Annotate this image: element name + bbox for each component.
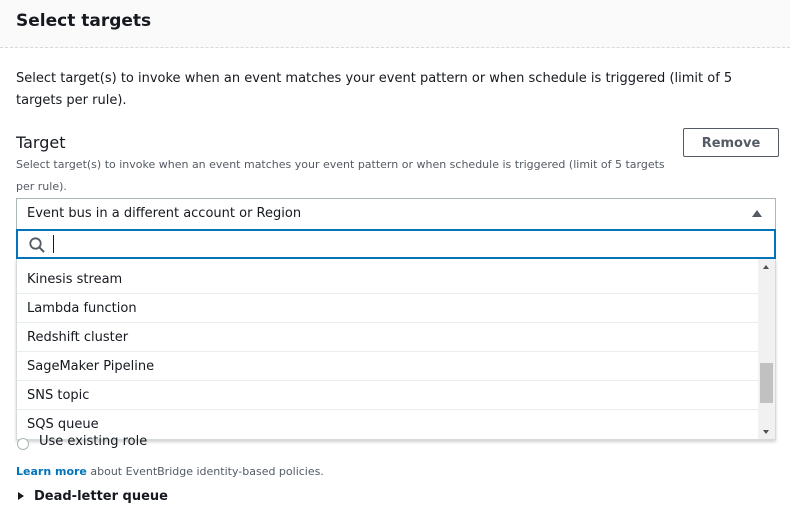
dropdown-scrollbar[interactable]: [758, 259, 775, 439]
caret-right-icon: [18, 491, 24, 500]
target-option[interactable]: Lambda function: [17, 294, 760, 323]
target-select[interactable]: Event bus in a different account or Regi…: [16, 198, 776, 229]
page: Select targets Select target(s) to invok…: [0, 0, 790, 516]
use-existing-role-label: Use existing role: [39, 434, 148, 449]
learn-more-rest: about EventBridge identity-based policie…: [86, 465, 324, 478]
target-select-value: Event bus in a different account or Regi…: [27, 206, 302, 221]
target-option[interactable]: Kinesis stream: [17, 265, 760, 294]
scroll-up-icon[interactable]: [763, 265, 769, 269]
target-description: Select target(s) to invoke when an event…: [16, 158, 665, 193]
scroll-down-icon[interactable]: [763, 430, 769, 434]
target-option[interactable]: SageMaker Pipeline: [17, 352, 760, 381]
remove-button[interactable]: Remove: [683, 128, 779, 157]
scrollbar-thumb[interactable]: [760, 363, 773, 403]
use-existing-role-radio[interactable]: [17, 438, 29, 450]
dead-letter-queue-toggle[interactable]: Dead-letter queue: [18, 489, 168, 504]
target-options-list: Kinesis stream Lambda function Redshift cl…: [17, 265, 760, 439]
target-options-dropdown: Kinesis stream Lambda function Redshift cl…: [16, 259, 776, 440]
search-icon: [29, 237, 45, 253]
text-cursor: [53, 235, 54, 253]
target-heading: Target: [16, 133, 66, 152]
target-option[interactable]: SNS topic: [17, 381, 760, 410]
section-header: Select targets: [0, 0, 790, 48]
section-description: Select target(s) to invoke when an event…: [16, 71, 733, 108]
learn-more-text: Learn more about EventBridge identity-ba…: [16, 465, 324, 478]
dead-letter-queue-label: Dead-letter queue: [34, 489, 168, 504]
target-search-box[interactable]: [16, 229, 776, 259]
section-title: Select targets: [16, 11, 152, 31]
target-search-input[interactable]: [52, 233, 756, 257]
target-option[interactable]: Redshift cluster: [17, 323, 760, 352]
learn-more-link[interactable]: Learn more: [16, 465, 87, 478]
caret-up-icon: [752, 210, 762, 217]
